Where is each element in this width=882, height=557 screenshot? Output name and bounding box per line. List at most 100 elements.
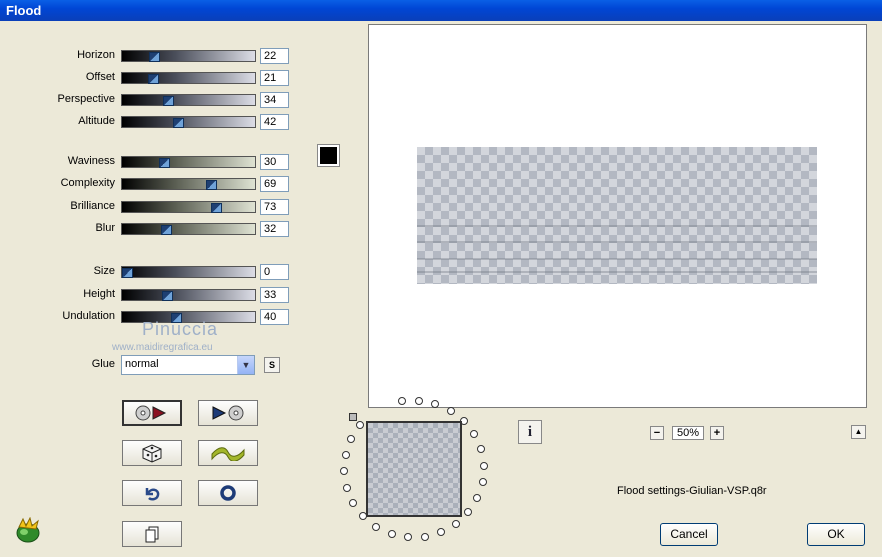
ring-dot[interactable]: [347, 435, 355, 443]
copy-page-icon: [143, 525, 161, 543]
chevron-down-icon[interactable]: ▼: [237, 356, 254, 374]
ring-dot[interactable]: [421, 533, 429, 541]
preview-panel[interactable]: [368, 24, 867, 408]
ring-dot[interactable]: [477, 445, 485, 453]
ring-dot[interactable]: [464, 508, 472, 516]
slider-thumb[interactable]: [159, 158, 170, 168]
ring-dot[interactable]: [356, 421, 364, 429]
apply-button[interactable]: [122, 400, 182, 426]
slider-value-brilliance[interactable]: 73: [260, 199, 289, 215]
up-arrow-button[interactable]: ▲: [851, 425, 866, 439]
slider-label-height: Height: [83, 288, 115, 300]
slider-thumb[interactable]: [122, 268, 133, 278]
slider-label-altitude: Altitude: [78, 115, 115, 127]
slider-value-height[interactable]: 33: [260, 287, 289, 303]
dialog-client: Horizon 22 Offset 21 Perspective 34 Altitude 42…: [0, 21, 882, 557]
slider-label-offset: Offset: [85, 71, 115, 83]
slider-label-brilliance: Brilliance: [70, 200, 115, 212]
slider-thumb[interactable]: [206, 180, 217, 190]
undo-arrow-icon: [142, 484, 162, 502]
zoom-out-button[interactable]: −: [650, 426, 664, 440]
cancel-button[interactable]: Cancel: [660, 523, 718, 546]
ring-dot[interactable]: [342, 451, 350, 459]
slider-track-brilliance[interactable]: [121, 201, 256, 213]
ring-dot[interactable]: [349, 499, 357, 507]
play-disc-icon: [209, 404, 247, 422]
dice-icon: [140, 443, 164, 463]
slider-value-waviness[interactable]: 30: [260, 154, 289, 170]
ring-dot[interactable]: [340, 467, 348, 475]
slider-value-offset[interactable]: 21: [260, 70, 289, 86]
slider-thumb[interactable]: [211, 203, 222, 213]
ring-dot[interactable]: [372, 523, 380, 531]
disc-play-icon: [133, 404, 171, 422]
zoom-in-button[interactable]: +: [710, 426, 724, 440]
slider-label-horizon: Horizon: [77, 49, 115, 61]
undo-button[interactable]: [122, 480, 182, 506]
ring-dot[interactable]: [470, 430, 478, 438]
info-icon[interactable]: i: [518, 420, 542, 444]
slider-label-undulation: Undulation: [62, 310, 115, 322]
slider-value-altitude[interactable]: 42: [260, 114, 289, 130]
ring-dot[interactable]: [343, 484, 351, 492]
slider-value-undulation[interactable]: 40: [260, 309, 289, 325]
ring-dot[interactable]: [398, 397, 406, 405]
slider-track-height[interactable]: [121, 289, 256, 301]
settings-filename: Flood settings-Giulian-VSP.q8r: [617, 485, 767, 497]
slider-track-perspective[interactable]: [121, 94, 256, 106]
slider-track-waviness[interactable]: [121, 156, 256, 168]
ring-dot[interactable]: [431, 400, 439, 408]
slider-label-perspective: Perspective: [57, 93, 115, 105]
navigator-handle[interactable]: [349, 413, 357, 421]
ring-dot[interactable]: [388, 530, 396, 538]
slider-thumb[interactable]: [149, 52, 160, 62]
slider-thumb[interactable]: [161, 225, 172, 235]
color-swatch[interactable]: [317, 144, 340, 167]
zoom-level: 50%: [672, 426, 704, 440]
ring-dot[interactable]: [452, 520, 460, 528]
slider-track-horizon[interactable]: [121, 50, 256, 62]
slider-value-size[interactable]: 0: [260, 264, 289, 280]
ring-dot[interactable]: [473, 494, 481, 502]
preview-image: [417, 147, 817, 284]
next-button[interactable]: [198, 400, 258, 426]
watermark-name: Pinuccia: [142, 319, 219, 339]
slider-label-size: Size: [93, 265, 115, 277]
slider-thumb[interactable]: [163, 96, 174, 106]
slider-track-blur[interactable]: [121, 223, 256, 235]
slider-track-offset[interactable]: [121, 72, 256, 84]
slider-label-waviness: Waviness: [67, 155, 115, 167]
navigator-thumbnail[interactable]: [366, 421, 462, 517]
slider-thumb[interactable]: [173, 118, 184, 128]
ring-dot[interactable]: [437, 528, 445, 536]
circle-icon: [218, 484, 238, 502]
randomize-button[interactable]: [122, 440, 182, 466]
ok-button[interactable]: OK: [807, 523, 865, 546]
slider-label-blur: Blur: [95, 222, 115, 234]
ring-dot[interactable]: [447, 407, 455, 415]
wave-icon: [211, 445, 245, 461]
wave-button[interactable]: [198, 440, 258, 466]
slider-label-complexity: Complexity: [60, 177, 115, 189]
slider-track-altitude[interactable]: [121, 116, 256, 128]
slider-thumb[interactable]: [162, 291, 173, 301]
ring-dot[interactable]: [404, 533, 412, 541]
window-title: Flood: [6, 3, 42, 18]
slider-value-horizon[interactable]: 22: [260, 48, 289, 64]
glue-label: Glue: [91, 358, 115, 370]
glue-s-button[interactable]: S: [264, 357, 280, 373]
slider-thumb[interactable]: [148, 74, 159, 84]
slider-track-size[interactable]: [121, 266, 256, 278]
ring-dot[interactable]: [479, 478, 487, 486]
slider-value-blur[interactable]: 32: [260, 221, 289, 237]
ring-dot[interactable]: [480, 462, 488, 470]
copy-button[interactable]: [122, 521, 182, 547]
slider-track-complexity[interactable]: [121, 178, 256, 190]
glue-select[interactable]: normal ▼: [121, 355, 255, 375]
watermark-url: www.maidiregrafica.eu: [112, 342, 213, 353]
reset-button[interactable]: [198, 480, 258, 506]
slider-value-perspective[interactable]: 34: [260, 92, 289, 108]
glue-value: normal: [125, 358, 159, 370]
ring-dot[interactable]: [415, 397, 423, 405]
slider-value-complexity[interactable]: 69: [260, 176, 289, 192]
